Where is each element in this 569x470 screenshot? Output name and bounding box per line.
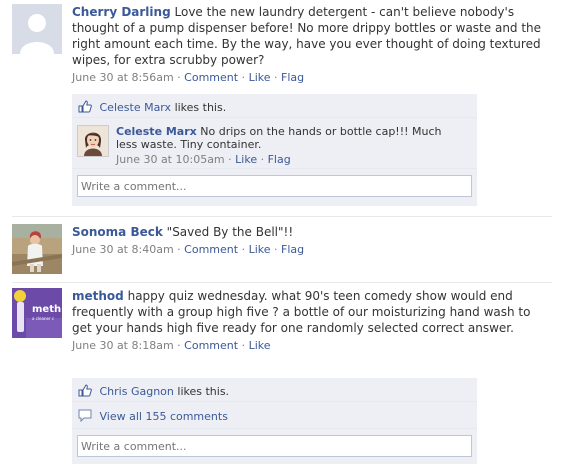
author-link[interactable]: method [72,289,124,303]
view-all-row[interactable]: View all 155 comments [72,403,477,429]
comment-section: Chris Gagnon likes this. View all 155 co… [72,378,477,464]
liker-link[interactable]: Chris Gagnon [100,385,174,398]
story-meta: June 30 at 8:56am · Comment · Like · Fla… [72,71,305,84]
author-link[interactable]: Cherry Darling [72,5,171,19]
story-message: method happy quiz wednesday. what 90's t… [72,288,552,336]
thumbs-up-icon [78,100,92,113]
author-link[interactable]: Sonoma Beck [72,225,163,239]
comment-meta: June 30 at 10:05am · Like · Flag [116,153,291,166]
like-link[interactable]: Like [249,71,271,84]
comment-section: Celeste Marx likes this. Celeste Marx No [72,94,477,206]
method-logo-icon: meth a cleaner c [12,288,62,338]
comment-flag-link[interactable]: Flag [268,153,291,166]
story-meta: June 30 at 8:40am · Comment · Like · Fla… [72,243,305,256]
commenter-avatar[interactable] [77,125,109,157]
timestamp: June 30 at 8:18am [72,339,174,352]
comment-link[interactable]: Comment [184,71,238,84]
story-content: Cherry Darling Love the new laundry dete… [72,4,552,84]
liker-link[interactable]: Celeste Marx [100,101,172,114]
comment-like-link[interactable]: Like [235,153,257,166]
comment-item: Celeste Marx No drips on the hands or bo… [72,119,477,169]
like-link[interactable]: Like [249,339,271,352]
feed-story: Sonoma Beck "Saved By the Bell"!! June 3… [12,224,552,276]
write-comment-input[interactable] [77,175,472,197]
likes-suffix: likes this. [174,101,227,114]
likes-row: Chris Gagnon likes this. [72,378,477,402]
avatar-logo-text: meth [32,304,61,315]
feed-story: Cherry Darling Love the new laundry dete… [12,4,552,208]
write-comment-row [72,430,477,462]
write-comment-input[interactable] [77,435,472,457]
likes-row: Celeste Marx likes this. [72,94,477,118]
story-message: Sonoma Beck "Saved By the Bell"!! [72,224,552,240]
thumbs-up-icon [78,384,92,397]
comment-body: Celeste Marx No drips on the hands or bo… [116,125,466,166]
likes-suffix: likes this. [177,385,230,398]
story-message: Cherry Darling Love the new laundry dete… [72,4,552,68]
speech-bubble-icon [78,409,92,423]
comment-link[interactable]: Comment [184,339,238,352]
message-text: "Saved By the Bell"!! [166,225,294,239]
story-divider [12,216,552,217]
timestamp: June 30 at 8:40am [72,243,174,256]
avatar-logo-subtext: a cleaner c [32,316,54,321]
flag-link[interactable]: Flag [281,71,304,84]
default-avatar-icon [12,4,62,54]
commenter-link[interactable]: Celeste Marx [116,125,197,138]
feed-story: meth a cleaner c method happy quiz wedne… [12,288,552,468]
story-content: method happy quiz wednesday. what 90's t… [72,288,552,352]
profile-photo-icon [12,224,62,274]
story-meta: June 30 at 8:18am · Comment · Like [72,339,271,352]
avatar[interactable] [12,4,62,54]
view-all-comments-link[interactable]: View all 155 comments [100,410,228,423]
like-link[interactable]: Like [249,243,271,256]
avatar[interactable]: meth a cleaner c [12,288,62,338]
message-text: happy quiz wednesday. what 90's teen com… [72,289,531,335]
story-divider [12,282,552,283]
write-comment-row [72,170,477,202]
flag-link[interactable]: Flag [281,243,304,256]
avatar[interactable] [12,224,62,274]
story-content: Sonoma Beck "Saved By the Bell"!! June 3… [72,224,552,256]
comment-link[interactable]: Comment [184,243,238,256]
comment-timestamp: June 30 at 10:05am [116,153,225,166]
timestamp: June 30 at 8:56am [72,71,174,84]
